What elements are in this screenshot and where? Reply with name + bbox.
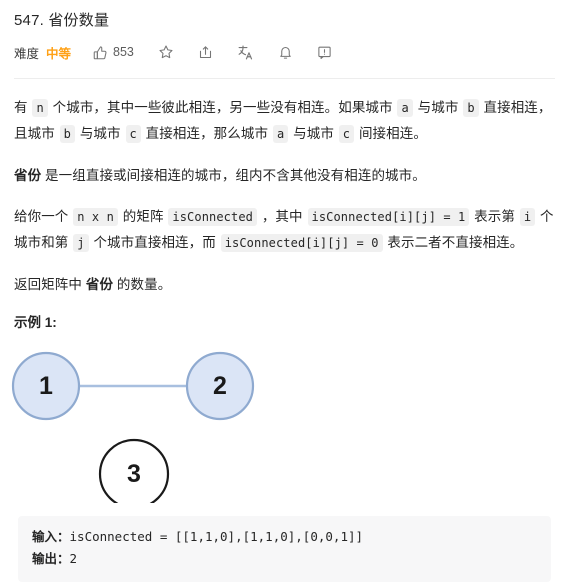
bold-term-province-2: 省份 <box>85 277 114 292</box>
inline-code-a2: a <box>272 125 289 143</box>
text-fragment: 表示第 <box>470 209 519 224</box>
notification-button[interactable] <box>278 45 293 60</box>
like-button[interactable]: 853 <box>93 45 134 60</box>
graph-node-1: 1 <box>11 351 81 421</box>
example-io-block: 输入：isConnected = [[1,1,0],[1,1,0],[0,0,1… <box>18 516 551 582</box>
text-fragment: ，其中 <box>257 209 307 224</box>
inline-code-c: c <box>125 125 141 143</box>
share-icon <box>198 45 213 60</box>
problem-meta-row: 难度 中等 853 <box>14 40 555 64</box>
inline-code-b2: b <box>59 125 75 143</box>
like-count: 853 <box>113 45 134 59</box>
example-heading: 示例 1: <box>14 315 57 330</box>
difficulty-badge: 中等 <box>46 46 72 61</box>
inline-code-isconnected: isConnected <box>168 208 257 226</box>
graph-node-3: 3 <box>98 438 170 510</box>
graph-node-1-label: 1 <box>39 372 53 400</box>
inline-code-j: j <box>73 234 89 252</box>
input-value: isConnected = [[1,1,0],[1,1,0],[0,0,1]] <box>69 529 364 544</box>
text-fragment: 有 <box>14 100 32 115</box>
graph-svg: 1 2 3 <box>11 351 255 510</box>
translate-button[interactable] <box>237 44 254 61</box>
bell-icon <box>278 45 293 60</box>
star-icon <box>158 44 174 60</box>
description-paragraph-1: 有 n 个城市，其中一些彼此相连，另一些没有相连。如果城市 a 与城市 b 直接… <box>14 95 555 147</box>
bold-term-province: 省份 <box>14 168 42 183</box>
inline-code-n: n <box>32 99 48 117</box>
inline-code-c2: c <box>338 125 355 143</box>
example-graph-figure: 1 2 3 <box>0 343 569 510</box>
text-fragment: 直接相连，那么城市 <box>141 126 272 141</box>
inline-code-i: i <box>519 208 536 226</box>
inline-code-b: b <box>463 99 479 117</box>
text-fragment: 的矩阵 <box>118 209 168 224</box>
description-paragraph-4: 返回矩阵中 省份 的数量。 <box>14 272 555 297</box>
text-fragment: 是一组直接或间接相连的城市，组内不含其他没有相连的城市。 <box>41 168 426 183</box>
text-fragment: 与城市 <box>413 100 463 115</box>
text-fragment: 返回矩阵中 <box>14 277 86 292</box>
text-fragment: 与城市 <box>75 126 125 141</box>
feedback-icon <box>317 45 332 60</box>
text-fragment: 个城市直接相连，而 <box>89 235 220 250</box>
thumbs-up-icon <box>93 45 108 60</box>
text-fragment: 与城市 <box>289 126 338 141</box>
inline-code-isconnected-eq-0: isConnected[i][j] = 0 <box>220 234 383 252</box>
output-value: 2 <box>69 551 78 566</box>
description-paragraph-3: 给你一个 n x n 的矩阵 isConnected ，其中 isConnect… <box>14 204 555 256</box>
inline-code-nxn: n x n <box>73 208 118 226</box>
text-fragment: 表示二者不直接相连。 <box>383 235 524 250</box>
translate-icon <box>237 44 254 61</box>
share-button[interactable] <box>198 45 213 60</box>
feedback-button[interactable] <box>317 45 332 60</box>
input-label: 输入： <box>32 530 70 544</box>
graph-node-2-label: 2 <box>213 372 227 400</box>
difficulty-label: 难度 <box>14 46 40 61</box>
graph-node-3-label: 3 <box>127 460 141 488</box>
output-label: 输出： <box>32 552 70 566</box>
inline-code-isconnected-eq-1: isConnected[i][j] = 1 <box>307 208 470 226</box>
text-fragment: 间接相连。 <box>355 126 427 141</box>
favorite-button[interactable] <box>158 44 174 60</box>
page-title: 547. 省份数量 <box>14 12 110 29</box>
problem-page: 547. 省份数量 难度 中等 853 有 n 个城市，其中一些彼此相连，另一些… <box>0 0 569 331</box>
graph-node-2: 2 <box>185 351 255 421</box>
header-divider <box>14 78 555 79</box>
description-paragraph-2: 省份 是一组直接或间接相连的城市，组内不含其他没有相连的城市。 <box>14 163 555 188</box>
inline-code-a: a <box>397 99 413 117</box>
text-fragment: 个城市，其中一些彼此相连，另一些没有相连。如果城市 <box>48 100 397 115</box>
text-fragment: 的数量。 <box>113 277 172 292</box>
text-fragment: 给你一个 <box>14 209 73 224</box>
